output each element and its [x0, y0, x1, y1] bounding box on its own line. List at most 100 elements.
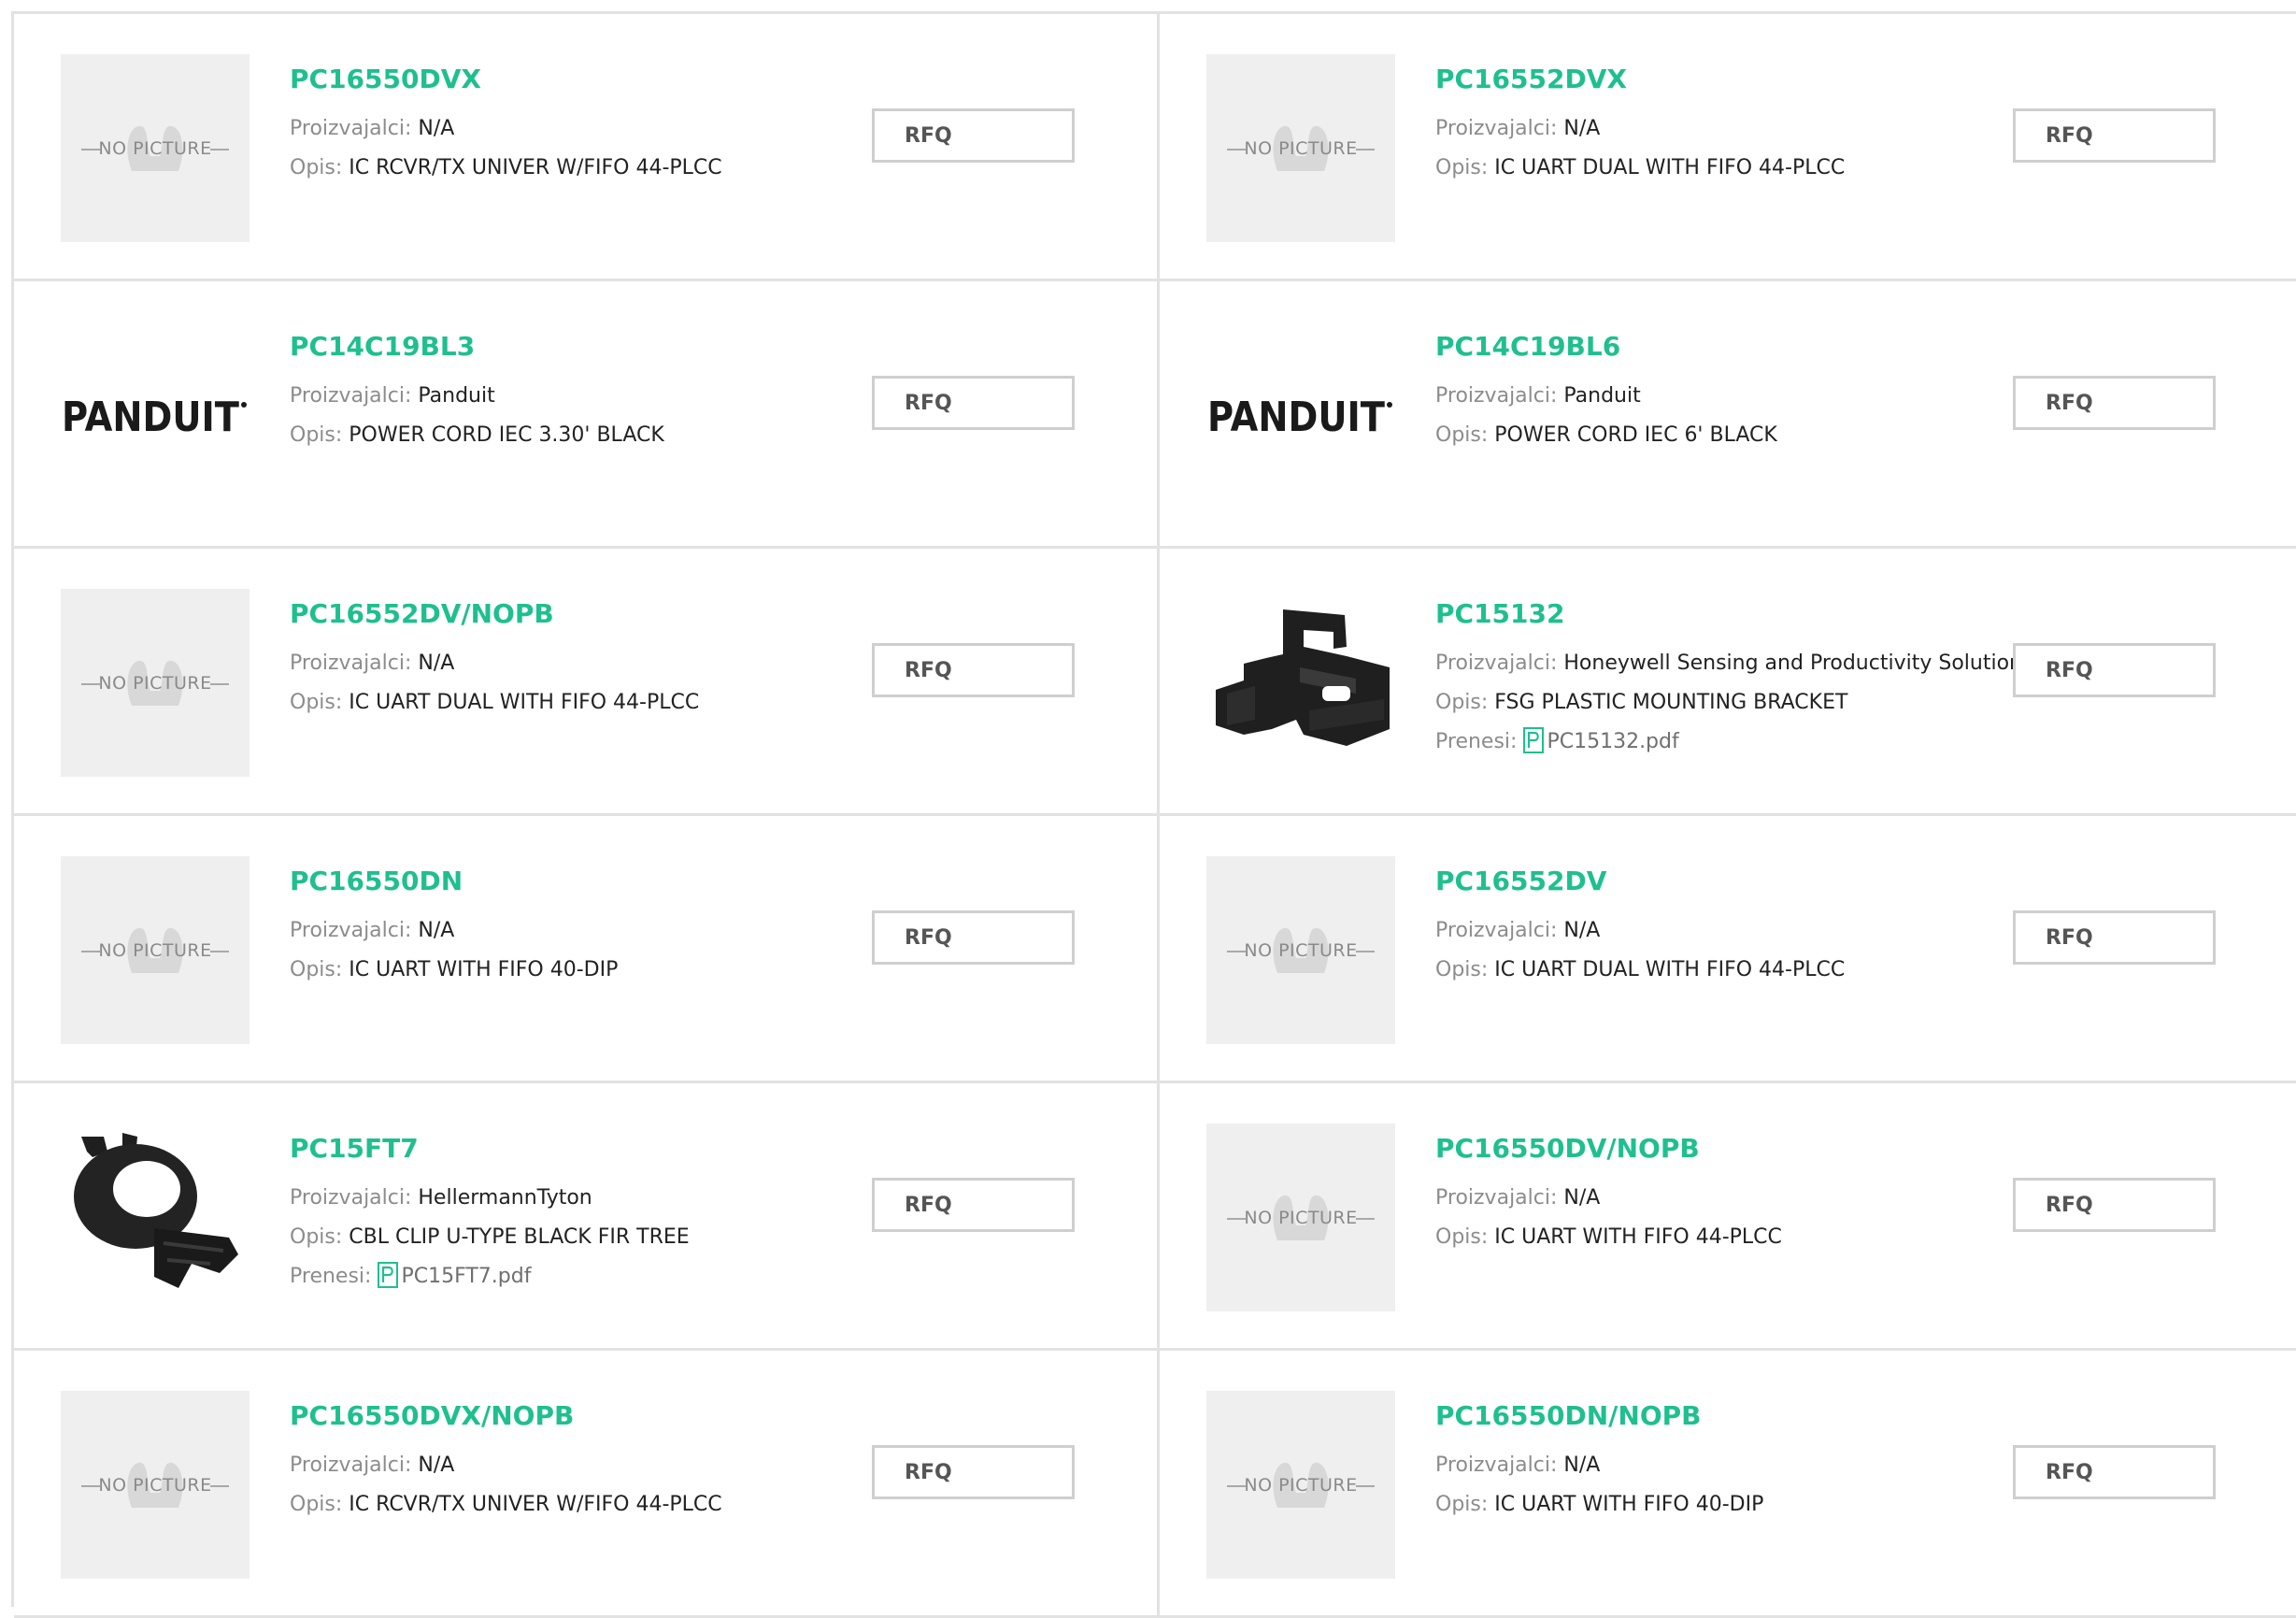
part-number-link[interactable]: PC16550DVX/NOPB: [290, 1399, 722, 1433]
description-row: Opis: IC UART DUAL WITH FIFO 44-PLCC: [290, 683, 699, 723]
manufacturer-logo: PANDUIT: [61, 322, 250, 509]
product-info: PC15FT7 Proizvajalci: HellermannTyton Opis…: [290, 1132, 690, 1296]
rfq-button[interactable]: RFQ: [872, 108, 1075, 163]
no-picture-text: NO PICTURE: [98, 137, 212, 159]
manufacturer-value: N/A: [418, 651, 455, 675]
product-image[interactable]: NO PICTURE: [1206, 856, 1395, 1044]
no-picture-image: NO PICTURE: [61, 589, 250, 777]
description-label: Opis:: [1435, 1493, 1489, 1516]
download-label: Prenesi:: [290, 1265, 372, 1288]
part-number-link[interactable]: PC16550DVX: [290, 63, 722, 96]
manufacturer-value: N/A: [418, 1453, 455, 1477]
manufacturer-value: Panduit: [1563, 384, 1641, 408]
description-label: Opis:: [290, 423, 343, 447]
product-image[interactable]: NO PICTURE: [1206, 54, 1395, 242]
pdf-file-icon[interactable]: [1523, 727, 1545, 753]
product-card: NO PICTURE PC16552DV Proizvajalci: N/A Opis…: [1160, 816, 2296, 1083]
product-image[interactable]: NO PICTURE: [1206, 1391, 1395, 1579]
manufacturer-value: Honeywell Sensing and Productivity Solut…: [1563, 651, 2033, 675]
description-label: Opis:: [1435, 423, 1489, 447]
no-picture-text: NO PICTURE: [1244, 137, 1358, 159]
rfq-button[interactable]: RFQ: [872, 1445, 1075, 1499]
manufacturer-row: Proizvajalci: Honeywell Sensing and Prod…: [1435, 644, 2032, 683]
product-info: PC16550DVX Proizvajalci: N/A Opis: IC RCVR…: [290, 63, 722, 188]
mounting-bracket-photo: [1206, 589, 1395, 777]
cable-clip-photo: [61, 1124, 250, 1311]
product-image[interactable]: NO PICTURE: [1206, 1124, 1395, 1311]
rfq-button[interactable]: RFQ: [2013, 376, 2216, 430]
no-picture-text: NO PICTURE: [98, 672, 212, 694]
product-image[interactable]: NO PICTURE: [61, 856, 250, 1044]
rfq-button[interactable]: RFQ: [872, 1178, 1075, 1232]
product-info: PC16552DV/NOPB Proizvajalci: N/A Opis: IC …: [290, 597, 699, 723]
product-info: PC16550DN/NOPB Proizvajalci: N/A Opis: IC …: [1435, 1399, 1763, 1525]
part-number-link[interactable]: PC16550DV/NOPB: [1435, 1132, 1782, 1166]
pdf-file-icon[interactable]: [378, 1262, 399, 1288]
rfq-button[interactable]: RFQ: [2013, 910, 2216, 965]
manufacturer-value: N/A: [1563, 117, 1601, 140]
product-card: PC15132 Proizvajalci: Honeywell Sensing a…: [1160, 549, 2296, 816]
product-image[interactable]: NO PICTURE: [61, 589, 250, 777]
part-number-link[interactable]: PC14C19BL3: [290, 330, 664, 364]
description-value: IC UART WITH FIFO 40-DIP: [1494, 1493, 1764, 1516]
product-card: PC15FT7 Proizvajalci: HellermannTyton Opis…: [14, 1083, 1160, 1351]
rfq-button[interactable]: RFQ: [2013, 108, 2216, 163]
description-value: IC UART DUAL WITH FIFO 44-PLCC: [349, 691, 700, 714]
product-image[interactable]: NO PICTURE: [61, 54, 250, 242]
description-row: Opis: IC RCVR/TX UNIVER W/FIFO 44-PLCC: [290, 149, 722, 188]
manufacturer-row: Proizvajalci: N/A: [1435, 109, 1845, 149]
part-number-link[interactable]: PC16552DV: [1435, 865, 1845, 898]
manufacturer-label: Proizvajalci:: [290, 651, 412, 675]
no-picture-text: NO PICTURE: [98, 939, 212, 961]
part-number-link[interactable]: PC15132: [1435, 597, 2032, 631]
rfq-button[interactable]: RFQ: [872, 376, 1075, 430]
manufacturer-value: N/A: [1563, 919, 1601, 942]
product-info: PC16552DVX Proizvajalci: N/A Opis: IC UART…: [1435, 63, 1845, 188]
product-image[interactable]: PANDUIT: [1206, 322, 1395, 509]
manufacturer-value: N/A: [1563, 1453, 1601, 1477]
no-picture-image: NO PICTURE: [1206, 54, 1395, 242]
rfq-button[interactable]: RFQ: [2013, 1178, 2216, 1232]
no-picture-text: NO PICTURE: [1244, 1207, 1358, 1228]
no-picture-image: NO PICTURE: [61, 54, 250, 242]
description-label: Opis:: [290, 1225, 343, 1249]
rfq-button[interactable]: RFQ: [2013, 1445, 2216, 1499]
rfq-button[interactable]: RFQ: [872, 643, 1075, 697]
product-image[interactable]: NO PICTURE: [61, 1391, 250, 1579]
description-value: IC UART DUAL WITH FIFO 44-PLCC: [1494, 156, 1846, 179]
part-number-link[interactable]: PC15FT7: [290, 1132, 690, 1166]
product-info: PC14C19BL6 Proizvajalci: Panduit Opis: POW…: [1435, 330, 1777, 455]
description-value: IC RCVR/TX UNIVER W/FIFO 44-PLCC: [349, 156, 722, 179]
part-number-link[interactable]: PC16552DV/NOPB: [290, 597, 699, 631]
rfq-button[interactable]: RFQ: [2013, 643, 2216, 697]
description-row: Opis: IC UART WITH FIFO 44-PLCC: [1435, 1218, 1782, 1257]
description-label: Opis:: [1435, 1225, 1489, 1249]
product-card: NO PICTURE PC16550DV/NOPB Proizvajalci: N/…: [1160, 1083, 2296, 1351]
product-image[interactable]: [1206, 589, 1395, 777]
description-label: Opis:: [290, 156, 343, 179]
manufacturer-label: Proizvajalci:: [290, 117, 412, 140]
part-number-link[interactable]: PC14C19BL6: [1435, 330, 1777, 364]
product-card: NO PICTURE PC16550DN Proizvajalci: N/A Opis…: [14, 816, 1160, 1083]
download-row: Prenesi: PC15132.pdf: [1435, 723, 2032, 762]
manufacturer-label: Proizvajalci:: [290, 919, 412, 942]
description-row: Opis: IC UART DUAL WITH FIFO 44-PLCC: [1435, 149, 1845, 188]
part-number-link[interactable]: PC16552DVX: [1435, 63, 1845, 96]
part-number-link[interactable]: PC16550DN/NOPB: [1435, 1399, 1763, 1433]
description-row: Opis: IC UART DUAL WITH FIFO 44-PLCC: [1435, 951, 1845, 990]
manufacturer-label: Proizvajalci:: [1435, 117, 1558, 140]
product-image[interactable]: [61, 1124, 250, 1311]
manufacturer-value: HellermannTyton: [418, 1186, 592, 1210]
manufacturer-label: Proizvajalci:: [1435, 919, 1558, 942]
datasheet-link[interactable]: PC15132.pdf: [1547, 730, 1678, 753]
part-number-link[interactable]: PC16550DN: [290, 865, 618, 898]
manufacturer-row: Proizvajalci: N/A: [1435, 911, 1845, 951]
manufacturer-row: Proizvajalci: Panduit: [290, 377, 664, 416]
rfq-button[interactable]: RFQ: [872, 910, 1075, 965]
manufacturer-row: Proizvajalci: N/A: [290, 109, 722, 149]
datasheet-link[interactable]: PC15FT7.pdf: [401, 1265, 531, 1288]
no-picture-image: NO PICTURE: [61, 1391, 250, 1579]
description-row: Opis: FSG PLASTIC MOUNTING BRACKET: [1435, 683, 2032, 723]
product-image[interactable]: PANDUIT: [61, 322, 250, 509]
description-row: Opis: POWER CORD IEC 6' BLACK: [1435, 416, 1777, 455]
